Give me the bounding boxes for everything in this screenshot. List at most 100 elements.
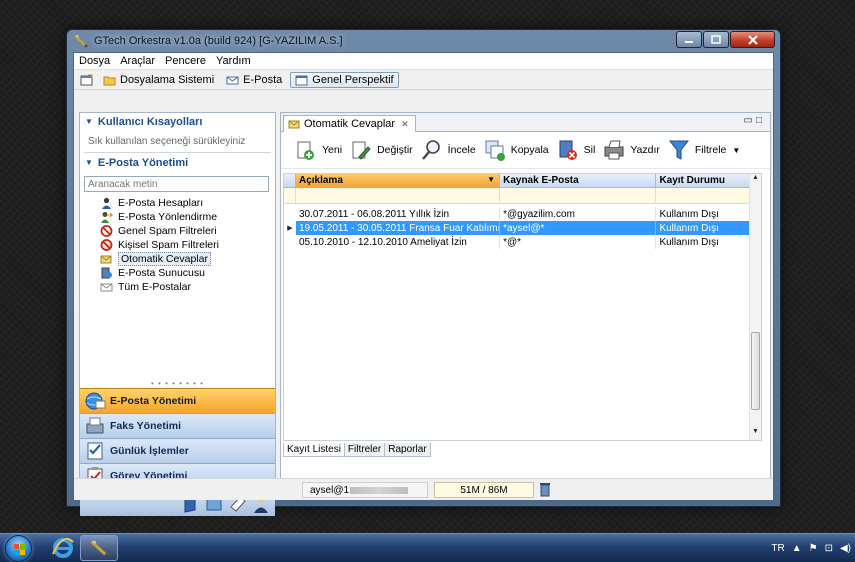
table-row[interactable]: 05.10.2010 - 12.10.2010 Ameliyat İzin *@… — [284, 235, 761, 249]
cell-kaynak: *@gyazilim.com — [500, 207, 657, 221]
nav-daily-operations[interactable]: Günlük İşlemler — [80, 438, 275, 463]
taskbar-internet-explorer[interactable] — [44, 535, 82, 561]
internet-explorer-icon — [52, 538, 74, 558]
system-tray: TR ▲ ⚑ ⊡ ◀) — [764, 534, 855, 562]
menu-pencere[interactable]: Pencere — [160, 55, 211, 67]
cell-kaynak: *aysel@* — [500, 221, 657, 235]
scroll-down-icon[interactable]: ▼ — [750, 428, 761, 440]
tab-close-icon[interactable]: ✕ — [401, 119, 409, 130]
scrollbar-thumb[interactable] — [751, 332, 760, 410]
tab-auto-replies[interactable]: Otomatik Cevaplar ✕ — [283, 115, 416, 132]
tree-item-general-spam[interactable]: Genel Spam Filtreleri — [100, 224, 275, 238]
perspective-dosyalama[interactable]: Dosyalama Sistemi — [99, 73, 218, 87]
filter-button[interactable]: Filtrele ▼ — [668, 138, 740, 162]
collapse-triangle-icon: ▼ — [85, 158, 93, 167]
taskbar-orkestra-app[interactable] — [80, 535, 118, 561]
close-button[interactable] — [730, 31, 775, 48]
filter-cell-durum[interactable] — [656, 188, 761, 203]
checklist-icon — [87, 442, 103, 460]
filter-cell-aciklama[interactable] — [296, 188, 501, 203]
language-indicator[interactable]: TR — [771, 543, 784, 554]
cell-durum: Kullanım Dışı — [656, 221, 761, 235]
table-row-selected[interactable]: ▶ 19.05.2011 - 30.05.2011 Fransa Fuar Ka… — [284, 221, 761, 235]
tree-item-email-server[interactable]: E-Posta Sunucusu — [100, 266, 275, 280]
vertical-scrollbar[interactable]: ▲ ▼ — [749, 174, 761, 440]
client-area: Dosya Araçlar Pencere Yardım Dosyalama S… — [73, 52, 774, 516]
maximize-icon — [711, 35, 721, 44]
folder-icon — [103, 76, 116, 85]
scroll-up-icon[interactable]: ▲ — [750, 174, 761, 186]
records-table: Açıklama ▼ Kaynak E-Posta Kayıt Durumu 3… — [283, 173, 762, 441]
printer-icon — [604, 140, 624, 160]
perspective-label: E-Posta — [243, 73, 283, 86]
tree-item-email-forwarding[interactable]: E-Posta Yönlendirme — [100, 210, 275, 224]
print-button[interactable]: Yazdır — [603, 138, 660, 162]
bottom-tabs: Kayıt Listesi Filtreler Raporlar — [283, 443, 431, 457]
action-center-flag-icon[interactable]: ⚑ — [809, 543, 818, 554]
filter-indicator — [284, 188, 296, 203]
new-button[interactable]: Yeni — [295, 138, 342, 162]
inspect-button[interactable]: İncele — [421, 138, 476, 162]
editor-toolbar: Yeni Değiştir İncele Kopyala Sil Yazdır … — [281, 132, 770, 169]
nav-email-management[interactable]: E-Posta Yönetimi — [80, 388, 275, 413]
delete-button[interactable]: Sil — [557, 138, 595, 162]
tab-record-list[interactable]: Kayıt Listesi — [283, 443, 345, 457]
shortcuts-section-header[interactable]: ▼ Kullanıcı Kısayolları — [80, 113, 275, 130]
start-button[interactable] — [5, 535, 32, 562]
column-header-durum[interactable]: Kayıt Durumu — [656, 174, 761, 188]
open-perspective-icon[interactable] — [80, 74, 93, 86]
cell-durum: Kullanım Dışı — [656, 207, 761, 221]
user-account-icon — [102, 197, 111, 209]
dropdown-arrow-icon[interactable]: ▼ — [732, 146, 740, 155]
window-icon — [295, 75, 308, 85]
table-row[interactable]: 30.07.2011 - 06.08.2011 Yıllık İzin *@gy… — [284, 207, 761, 221]
auto-reply-icon — [288, 120, 300, 128]
email-section-header[interactable]: ▼ E-Posta Yönetimi — [80, 154, 275, 171]
column-header-kaynak[interactable]: Kaynak E-Posta — [500, 174, 657, 188]
search-input[interactable] — [84, 176, 269, 192]
window-title: GTech Orkestra v1.0a (build 924) [G-YAZI… — [94, 35, 343, 47]
garbage-collect-icon[interactable] — [539, 482, 551, 497]
cell-aciklama: 05.10.2010 - 12.10.2010 Ameliyat İzin — [296, 235, 501, 249]
memory-usage[interactable]: 51M / 86M — [434, 482, 534, 498]
copy-button[interactable]: Kopyala — [484, 138, 549, 162]
menu-yardim[interactable]: Yardım — [211, 55, 256, 67]
shortcuts-hint: Sık kullanılan seçeneği sürükleyiniz — [88, 136, 246, 147]
nav-fax-management[interactable]: Faks Yönetimi — [80, 413, 275, 438]
delete-icon — [559, 140, 577, 160]
show-hidden-icons[interactable]: ▲ — [792, 543, 802, 554]
tree-item-personal-spam[interactable]: Kişisel Spam Filtreleri — [100, 238, 275, 252]
edit-button[interactable]: Değiştir — [350, 138, 413, 162]
minimize-button[interactable] — [676, 31, 702, 48]
tree-item-email-accounts[interactable]: E-Posta Hesapları — [100, 196, 275, 210]
perspective-label: Dosyalama Sistemi — [120, 73, 215, 86]
tree-item-all-emails[interactable]: Tüm E-Postalar — [100, 280, 275, 294]
globe-mail-icon — [85, 392, 106, 410]
taskbar: TR ▲ ⚑ ⊡ ◀) — [0, 533, 855, 562]
view-maximize-icon[interactable]: □ — [756, 115, 765, 126]
email-icon — [226, 76, 239, 84]
no-entry-user-icon — [100, 239, 113, 251]
perspective-eposta[interactable]: E-Posta — [222, 73, 286, 87]
current-row-arrow-icon: ▶ — [284, 221, 296, 235]
filter-cell-kaynak[interactable] — [500, 188, 657, 203]
menu-dosya[interactable]: Dosya — [74, 55, 115, 67]
cell-aciklama: 30.07.2011 - 06.08.2011 Yıllık İzin — [296, 207, 501, 221]
tab-filters[interactable]: Filtreler — [343, 443, 386, 457]
envelope-icon — [100, 283, 113, 292]
tree-item-auto-replies[interactable]: Otomatik Cevaplar — [100, 252, 275, 266]
perspective-genel[interactable]: Genel Perspektif — [290, 71, 399, 88]
status-bar: aysel@1 51M / 86M — [74, 478, 773, 500]
network-icon[interactable]: ⊡ — [825, 543, 833, 554]
sort-desc-icon: ▼ — [487, 175, 496, 184]
tab-reports[interactable]: Raporlar — [384, 443, 431, 457]
maximize-button[interactable] — [703, 31, 729, 48]
volume-icon[interactable]: ◀) — [840, 543, 851, 554]
windows-logo-icon — [14, 544, 25, 555]
title-bar[interactable]: GTech Orkestra v1.0a (build 924) [G-YAZI… — [67, 30, 780, 52]
column-header-aciklama[interactable]: Açıklama ▼ — [295, 174, 501, 188]
menu-araclar[interactable]: Araçlar — [115, 55, 160, 67]
view-minimize-icon[interactable]: ▭ — [744, 115, 756, 126]
editor-panel: Otomatik Cevaplar ✕ ▭□ Yeni Değiştir İnc… — [280, 112, 771, 479]
navigation-panel: ▼ Kullanıcı Kısayolları Sık kullanılan s… — [79, 112, 276, 516]
